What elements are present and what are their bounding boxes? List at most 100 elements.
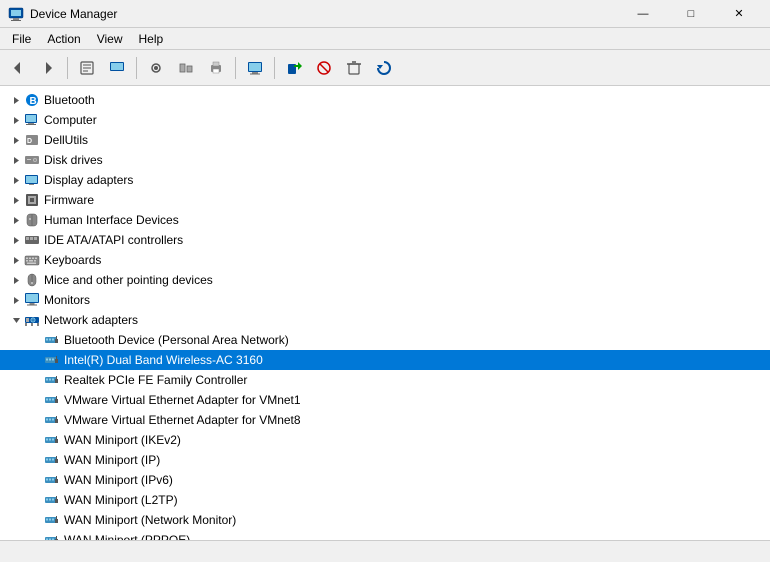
scan-hardware-button[interactable] <box>370 54 398 82</box>
update-driver-button[interactable] <box>280 54 308 82</box>
expand-icon-keyboards[interactable] <box>8 252 24 268</box>
device-manager-button[interactable] <box>103 54 131 82</box>
item-icon-nic-vmnet8 <box>44 412 60 428</box>
item-icon-wan-l2tp <box>44 492 60 508</box>
item-icon-hid <box>24 212 40 228</box>
item-label-networkadapters: Network adapters <box>44 313 138 327</box>
tree-item-bluetooth[interactable]: B Bluetooth <box>0 90 770 110</box>
item-label-computer: Computer <box>44 113 97 127</box>
item-icon-nic-intel <box>44 352 60 368</box>
tree-item-diskdrives[interactable]: Disk drives <box>0 150 770 170</box>
expand-icon-displayadapters[interactable] <box>8 172 24 188</box>
expand-icon-dellutils[interactable] <box>8 132 24 148</box>
device-tree[interactable]: B Bluetooth Computer D DellUtils Disk dr… <box>0 86 770 540</box>
tree-item-wan-ipv6[interactable]: WAN Miniport (IPv6) <box>0 470 770 490</box>
tree-item-wan-ikev2[interactable]: WAN Miniport (IKEv2) <box>0 430 770 450</box>
expand-icon-firmware[interactable] <box>8 192 24 208</box>
properties-button[interactable] <box>73 54 101 82</box>
tree-item-hid[interactable]: Human Interface Devices <box>0 210 770 230</box>
item-icon-computer <box>24 112 40 128</box>
item-label-nic-realtek: Realtek PCIe FE Family Controller <box>64 373 247 387</box>
close-button[interactable]: ✕ <box>716 0 762 28</box>
expand-icon-monitors[interactable] <box>8 292 24 308</box>
item-label-diskdrives: Disk drives <box>44 153 103 167</box>
item-icon-wan-ikev2 <box>44 432 60 448</box>
item-icon-dellutils: D <box>24 132 40 148</box>
expand-icon-idecontrollers[interactable] <box>8 232 24 248</box>
toolbar-sep-4 <box>274 57 275 79</box>
expand-icon-hid[interactable] <box>8 212 24 228</box>
tree-item-networkadapters[interactable]: Network adapters <box>0 310 770 330</box>
tree-item-idecontrollers[interactable]: IDE ATA/ATAPI controllers <box>0 230 770 250</box>
window-title: Device Manager <box>30 7 620 21</box>
toolbar-sep-2 <box>136 57 137 79</box>
item-icon-nic-bluetooth <box>44 332 60 348</box>
item-icon-displayadapters <box>24 172 40 188</box>
tree-item-firmware[interactable]: Firmware <box>0 190 770 210</box>
app-icon <box>8 6 24 22</box>
expand-icon-bluetooth[interactable] <box>8 92 24 108</box>
disable-button[interactable] <box>310 54 338 82</box>
tree-item-nic-vmnet1[interactable]: VMware Virtual Ethernet Adapter for VMne… <box>0 390 770 410</box>
item-icon-wan-ipv6 <box>44 472 60 488</box>
expand-icon-mice[interactable] <box>8 272 24 288</box>
tree-item-displayadapters[interactable]: Display adapters <box>0 170 770 190</box>
tree-item-keyboards[interactable]: Keyboards <box>0 250 770 270</box>
menu-view[interactable]: View <box>89 30 131 48</box>
scan-button[interactable] <box>241 54 269 82</box>
title-bar: Device Manager — □ ✕ <box>0 0 770 28</box>
tree-item-wan-ip[interactable]: WAN Miniport (IP) <box>0 450 770 470</box>
tree-item-monitors[interactable]: Monitors <box>0 290 770 310</box>
item-icon-keyboards <box>24 252 40 268</box>
item-icon-bluetooth: B <box>24 92 40 108</box>
menu-action[interactable]: Action <box>39 30 88 48</box>
svg-text:D: D <box>27 138 32 145</box>
status-bar <box>0 540 770 562</box>
uninstall-button[interactable] <box>340 54 368 82</box>
print-button[interactable] <box>202 54 230 82</box>
tree-item-wan-l2tp[interactable]: WAN Miniport (L2TP) <box>0 490 770 510</box>
menu-file[interactable]: File <box>4 30 39 48</box>
window-controls: — □ ✕ <box>620 0 762 28</box>
item-label-nic-vmnet1: VMware Virtual Ethernet Adapter for VMne… <box>64 393 301 407</box>
menu-bar: File Action View Help <box>0 28 770 50</box>
back-button[interactable] <box>4 54 32 82</box>
maximize-button[interactable]: □ <box>668 0 714 28</box>
item-icon-nic-vmnet1 <box>44 392 60 408</box>
tree-item-nic-bluetooth[interactable]: Bluetooth Device (Personal Area Network) <box>0 330 770 350</box>
item-label-keyboards: Keyboards <box>44 253 101 267</box>
item-label-bluetooth: Bluetooth <box>44 93 95 107</box>
resources-button[interactable] <box>172 54 200 82</box>
item-label-nic-bluetooth: Bluetooth Device (Personal Area Network) <box>64 333 289 347</box>
svg-text:B: B <box>30 96 37 107</box>
item-label-wan-l2tp: WAN Miniport (L2TP) <box>64 493 178 507</box>
tree-item-computer[interactable]: Computer <box>0 110 770 130</box>
forward-button[interactable] <box>34 54 62 82</box>
item-icon-firmware <box>24 192 40 208</box>
tree-item-nic-vmnet8[interactable]: VMware Virtual Ethernet Adapter for VMne… <box>0 410 770 430</box>
show-hidden-button[interactable] <box>142 54 170 82</box>
item-icon-mice <box>24 272 40 288</box>
toolbar-sep-1 <box>67 57 68 79</box>
tree-item-wan-netmon[interactable]: WAN Miniport (Network Monitor) <box>0 510 770 530</box>
item-icon-idecontrollers <box>24 232 40 248</box>
minimize-button[interactable]: — <box>620 0 666 28</box>
expand-icon-diskdrives[interactable] <box>8 152 24 168</box>
tree-item-nic-realtek[interactable]: Realtek PCIe FE Family Controller <box>0 370 770 390</box>
item-label-wan-ip: WAN Miniport (IP) <box>64 453 160 467</box>
tree-item-dellutils[interactable]: D DellUtils <box>0 130 770 150</box>
item-icon-networkadapters <box>24 312 40 328</box>
item-label-wan-pppoe: WAN Miniport (PPPOE) <box>64 533 190 540</box>
tree-item-mice[interactable]: Mice and other pointing devices <box>0 270 770 290</box>
item-label-monitors: Monitors <box>44 293 90 307</box>
expand-icon-computer[interactable] <box>8 112 24 128</box>
toolbar-sep-3 <box>235 57 236 79</box>
expand-icon-networkadapters[interactable] <box>8 312 24 328</box>
menu-help[interactable]: Help <box>131 30 172 48</box>
tree-item-nic-intel[interactable]: Intel(R) Dual Band Wireless-AC 3160 <box>0 350 770 370</box>
item-label-hid: Human Interface Devices <box>44 213 179 227</box>
item-icon-wan-pppoe <box>44 532 60 540</box>
toolbar <box>0 50 770 86</box>
item-icon-wan-netmon <box>44 512 60 528</box>
tree-item-wan-pppoe[interactable]: WAN Miniport (PPPOE) <box>0 530 770 540</box>
